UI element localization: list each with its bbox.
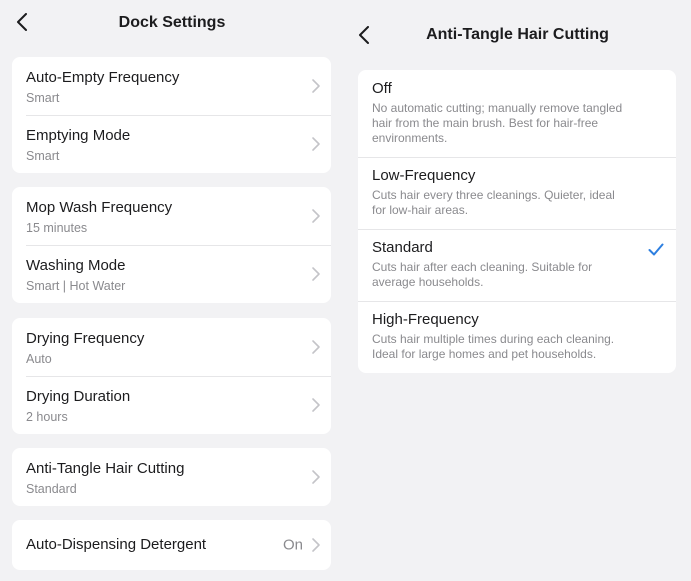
setting-label: Auto-Empty Frequency: [26, 69, 180, 86]
setting-drying-duration[interactable]: Drying Duration 2 hours: [12, 376, 331, 434]
setting-washing-mode[interactable]: Washing Mode Smart | Hot Water: [12, 245, 331, 303]
option-description: No automatic cutting; manually remove ta…: [372, 101, 623, 145]
setting-drying-frequency[interactable]: Drying Frequency Auto: [12, 318, 331, 376]
setting-label: Anti-Tangle Hair Cutting: [26, 460, 185, 477]
chevron-right-icon: [312, 470, 320, 484]
setting-label: Mop Wash Frequency: [26, 199, 173, 216]
chevron-right-icon: [312, 267, 320, 281]
setting-auto-empty-frequency[interactable]: Auto-Empty Frequency Smart: [12, 57, 331, 115]
setting-label: Emptying Mode: [26, 127, 131, 144]
settings-group-mop: Mop Wash Frequency 15 minutes Washing Mo…: [12, 187, 331, 303]
setting-value: Smart | Hot Water: [26, 279, 126, 293]
chevron-right-icon: [312, 538, 320, 552]
setting-anti-tangle-hair-cutting[interactable]: Anti-Tangle Hair Cutting Standard: [12, 448, 331, 506]
option-standard[interactable]: Standard Cuts hair after each cleaning. …: [358, 229, 676, 301]
option-low-frequency[interactable]: Low-Frequency Cuts hair every three clea…: [358, 157, 676, 229]
page-title: Dock Settings: [118, 14, 226, 31]
setting-trailing-value: On: [282, 536, 303, 554]
chevron-right-icon: [312, 209, 320, 223]
setting-auto-dispensing-detergent[interactable]: Auto-Dispensing Detergent On: [12, 520, 331, 570]
setting-label: Drying Duration: [26, 388, 131, 405]
checkmark-icon: [648, 243, 664, 256]
option-name: Low-Frequency: [372, 167, 476, 184]
setting-value: 15 minutes: [26, 221, 88, 235]
setting-emptying-mode[interactable]: Emptying Mode Smart: [12, 115, 331, 173]
settings-group-emptying: Auto-Empty Frequency Smart Emptying Mode…: [12, 57, 331, 173]
option-high-frequency[interactable]: High-Frequency Cuts hair multiple times …: [358, 301, 676, 373]
dock-settings-screen: Dock Settings Auto-Empty Frequency Smart…: [0, 0, 344, 581]
page-title: Anti-Tangle Hair Cutting: [426, 26, 609, 43]
setting-value: Standard: [26, 482, 77, 496]
settings-group-anti-tangle: Anti-Tangle Hair Cutting Standard: [12, 448, 331, 506]
option-name: Off: [372, 80, 392, 97]
setting-value: Auto: [26, 352, 52, 366]
option-list: Off No automatic cutting; manually remov…: [358, 70, 676, 373]
option-off[interactable]: Off No automatic cutting; manually remov…: [358, 70, 676, 157]
option-name: Standard: [372, 239, 433, 256]
chevron-right-icon: [312, 137, 320, 151]
settings-group-detergent: Auto-Dispensing Detergent On: [12, 520, 331, 570]
setting-mop-wash-frequency[interactable]: Mop Wash Frequency 15 minutes: [12, 187, 331, 245]
option-description: Cuts hair multiple times during each cle…: [372, 332, 615, 361]
option-name: High-Frequency: [372, 311, 479, 328]
chevron-right-icon: [312, 79, 320, 93]
setting-label: Washing Mode: [26, 257, 126, 274]
option-description: Cuts hair every three cleanings. Quieter…: [372, 188, 615, 217]
setting-value: 2 hours: [26, 410, 68, 424]
dock-settings-header: Dock Settings: [0, 0, 344, 46]
chevron-right-icon: [312, 340, 320, 354]
anti-tangle-header: Anti-Tangle Hair Cutting: [344, 0, 691, 46]
chevron-right-icon: [312, 398, 320, 412]
setting-label: Auto-Dispensing Detergent: [26, 536, 207, 553]
settings-group-drying: Drying Frequency Auto Drying Duration 2 …: [12, 318, 331, 434]
setting-label: Drying Frequency: [26, 330, 145, 347]
setting-value: Smart: [26, 149, 60, 163]
option-description: Cuts hair after each cleaning. Suitable …: [372, 260, 593, 289]
anti-tangle-screen: Anti-Tangle Hair Cutting Off No automati…: [344, 0, 691, 581]
setting-value: Smart: [26, 91, 60, 105]
